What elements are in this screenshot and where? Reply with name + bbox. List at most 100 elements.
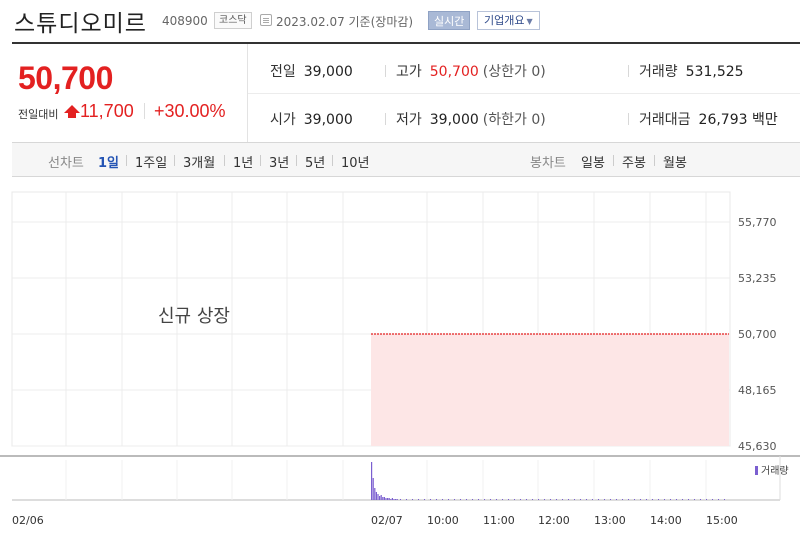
volume-bar [634,499,635,500]
volume-bar [502,499,503,500]
candle-chart-title: 봉차트 [530,156,566,171]
period-3m[interactable]: 3개월 [183,152,215,171]
chevron-down-icon: ▼ [526,17,533,26]
volume-legend-label: 거래량 [761,466,789,477]
volume-bar [550,499,551,500]
x-tick-label: 02/06 [12,514,44,527]
volume-bar [682,499,683,500]
stock-code: 408900 [162,14,208,28]
period-divider [654,155,655,166]
candle-monthly[interactable]: 월봉 [663,152,687,171]
company-overview-label: 기업개요 [484,14,525,27]
change-percent: +30.00% [154,101,226,121]
volume-bar [418,499,419,500]
x-tick-label: 12:00 [538,514,570,527]
volume-bar [580,499,581,500]
stat-value: 50,700 [429,64,479,80]
period-10y[interactable]: 10년 [341,152,370,171]
y-tick-label: 50,700 [738,328,777,341]
volume-bar [556,499,557,500]
price-chart: 55,770 53,235 50,700 48,165 45,630 02/06 02/07… [0,178,800,542]
volume-bar [380,495,382,500]
volume-bar [562,499,563,500]
volume-bar [396,499,398,500]
period-1y[interactable]: 1년 [233,152,253,171]
volume-bar [640,499,641,500]
volume-bar [379,496,381,500]
up-arrow-icon [64,105,80,118]
period-divider [613,155,614,166]
volume-bar [375,492,377,500]
volume-bar [706,499,707,500]
stat-volume: 거래량 531,525 [639,61,744,81]
date-text: 2023.02.07 기준(장마감) [276,15,414,29]
period-1d[interactable]: 1일 [98,152,119,171]
stat-prev-close: 전일 39,000 [270,61,353,81]
volume-bar [670,499,671,500]
volume-swatch [755,466,758,475]
volume-bar [412,499,413,500]
volume-bar [514,499,515,500]
candle-daily[interactable]: 일봉 [581,152,605,171]
volume-bar [387,498,389,500]
volume-bar [371,462,373,500]
volume-bar [718,499,719,500]
lower-limit-count: (하한가 0) [482,112,546,128]
stat-value: 39,000 [303,64,353,80]
stat-divider [385,113,386,125]
volume-bar [406,499,407,500]
current-price: 50,700 [18,60,113,96]
stat-value: 39,000 [303,112,353,128]
period-3y[interactable]: 3년 [269,152,289,171]
volume-bar [496,499,497,500]
volume-bar [520,499,521,500]
period-5y[interactable]: 5년 [305,152,325,171]
period-1w[interactable]: 1주일 [135,152,167,171]
realtime-button[interactable]: 실시간 [428,11,471,30]
volume-bar [508,499,509,500]
volume-bar [382,497,384,500]
change-value: 11,700 [80,101,134,121]
volume-legend: 거래량 [755,462,789,477]
volume-bar [628,499,629,500]
period-divider [126,155,127,166]
period-divider [296,155,297,166]
volume-bar [574,499,575,500]
upper-limit-count: (상한가 0) [482,64,546,80]
period-divider [260,155,261,166]
change-divider [144,103,145,119]
volume-bar [395,499,397,500]
volume-bar [372,478,374,500]
candle-weekly[interactable]: 주봉 [622,152,646,171]
volume-bar [478,499,479,500]
volume-bar [616,499,617,500]
stat-high: 고가 50,700 (상한가 0) [396,61,546,81]
stat-label: 저가 [396,112,422,128]
volume-bar [454,499,455,500]
market-badge: 코스닥 [214,12,252,29]
company-overview-button[interactable]: 기업개요 ▼ [477,11,540,30]
volume-bar [694,499,695,500]
stat-open: 시가 39,000 [270,109,353,129]
y-tick-label: 53,235 [738,272,777,285]
volume-bar [391,498,393,500]
stats-row-divider [248,93,800,94]
stat-value: 39,000 [429,112,479,128]
stat-value: 26,793 백만 [698,112,778,128]
volume-bar [544,499,545,500]
change-label: 전일대비 [18,108,59,121]
x-tick-label: 10:00 [427,514,459,527]
stat-low: 저가 39,000 (하한가 0) [396,109,546,129]
volume-bar [442,499,443,500]
stat-label: 거래량 [639,64,678,80]
x-tick-label: 15:00 [706,514,738,527]
volume-bar [484,499,485,500]
stock-header: 스튜디오미르 408900 코스닥 2023.02.07 기준(장마감) 실시간… [0,0,800,42]
volume-bar [724,499,725,500]
stat-label: 전일 [270,64,296,80]
volume-bar [430,499,431,500]
period-divider [224,155,225,166]
volume-bar [385,498,387,500]
stat-label: 고가 [396,64,422,80]
y-tick-label: 55,770 [738,216,777,229]
